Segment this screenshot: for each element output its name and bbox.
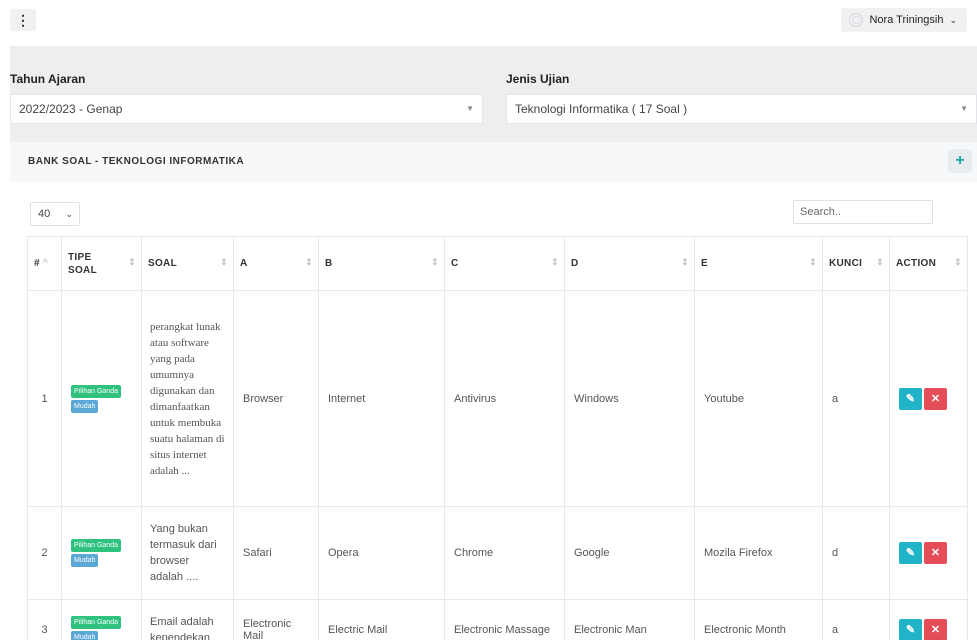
sort-icon: ⇕ — [954, 257, 962, 267]
close-icon: ✕ — [930, 392, 941, 405]
tahun-ajaran-value: 2022/2023 - Genap — [19, 102, 123, 116]
per-page-value: 40 — [38, 208, 51, 220]
delete-button[interactable]: ✕ — [924, 387, 947, 410]
sort-icon: ⇕ — [305, 257, 313, 267]
card-header: BANK SOAL - TEKNOLOGI INFORMATIKA + — [10, 142, 977, 182]
delete-button[interactable]: ✕ — [924, 542, 947, 564]
option-e-cell: Youtube — [694, 290, 823, 507]
column-header-kunci[interactable]: KUNCI ⇕ — [822, 236, 890, 291]
kunci-cell: d — [822, 506, 890, 600]
close-icon: ✕ — [930, 547, 941, 559]
edit-button[interactable]: ✎ — [899, 542, 922, 564]
jenis-ujian-label: Jenis Ujian — [506, 72, 570, 86]
questions-table: # ^ TIPE SOAL ⇕ SOAL ⇕ A ⇕ B ⇕ C ⇕ D ⇕ E ⇕ KUNC… — [27, 236, 968, 640]
card-title: BANK SOAL - TEKNOLOGI INFORMATIKA — [28, 156, 245, 167]
option-e-cell: Electronic Month — [694, 599, 823, 640]
level-badge: Mudah — [71, 630, 99, 640]
delete-button[interactable]: ✕ — [924, 618, 947, 640]
close-icon: ✕ — [930, 623, 941, 636]
tipe-soal-cell: Pilihan Ganda Mudah — [61, 290, 142, 507]
option-a-cell: Browser — [233, 290, 319, 507]
option-a-cell: Electronic Mail — [233, 599, 319, 640]
caret-down-icon: ▼ — [960, 104, 968, 113]
sort-icon: ⇕ — [551, 257, 559, 267]
user-name: Nora Triningsih — [869, 14, 944, 26]
option-c-cell: Antivirus — [444, 290, 565, 507]
row-number: 1 — [27, 290, 62, 507]
search-input[interactable] — [793, 200, 933, 224]
action-cell: ✎ ✕ — [889, 506, 968, 600]
option-b-cell: Internet — [318, 290, 445, 507]
sort-icon: ⇕ — [876, 257, 884, 267]
column-header-tipe-soal[interactable]: TIPE SOAL ⇕ — [61, 236, 142, 291]
soal-cell: perangkat lunak atau software yang pada … — [141, 290, 234, 507]
option-b-cell: Opera — [318, 506, 445, 600]
tahun-ajaran-label: Tahun Ajaran — [10, 72, 86, 86]
option-b-cell: Electric Mail — [318, 599, 445, 640]
tipe-badge: Pilihan Ganda — [71, 539, 121, 552]
soal-cell: Yang bukan termasuk dari browser adalah … — [141, 506, 234, 600]
user-menu[interactable]: ◯ Nora Triningsih ⌄ — [841, 8, 967, 32]
add-question-button[interactable]: + — [948, 149, 972, 173]
tahun-ajaran-select[interactable]: 2022/2023 - Genap ▼ — [10, 94, 483, 124]
option-a-cell: Safari — [233, 506, 319, 600]
edit-button[interactable]: ✎ — [899, 387, 922, 410]
column-header-num[interactable]: # ^ — [27, 236, 62, 291]
kebab-menu-icon[interactable]: ⋮ — [10, 9, 36, 31]
sort-icon: ⇕ — [220, 257, 228, 267]
bank-soal-card: BANK SOAL - TEKNOLOGI INFORMATIKA + 40 ⌄… — [10, 142, 977, 640]
tipe-soal-cell: Pilihan Ganda Mudah — [61, 506, 142, 600]
column-header-soal[interactable]: SOAL ⇕ — [141, 236, 234, 291]
chevron-down-icon: ⌄ — [65, 209, 73, 219]
column-header-e[interactable]: E ⇕ — [694, 236, 823, 291]
table-row: 2 Pilihan Ganda Mudah Yang bukan termasu… — [27, 506, 968, 600]
option-d-cell: Windows — [564, 290, 695, 507]
caret-down-icon: ▼ — [466, 104, 474, 113]
option-c-cell: Electronic Massage — [444, 599, 565, 640]
table-header-row: # ^ TIPE SOAL ⇕ SOAL ⇕ A ⇕ B ⇕ C ⇕ D ⇕ E ⇕ KUNC… — [27, 236, 968, 291]
level-badge: Mudah — [71, 399, 99, 413]
sort-icon: ⇕ — [809, 257, 817, 267]
column-header-a[interactable]: A ⇕ — [233, 236, 319, 291]
option-e-cell: Mozila Firefox — [694, 506, 823, 600]
pencil-icon: ✎ — [905, 547, 916, 559]
table-row: 1 Pilihan Ganda Mudah perangkat lunak at… — [27, 290, 968, 507]
kunci-cell: a — [822, 599, 890, 640]
user-icon: ◯ — [849, 13, 864, 27]
sort-icon: ⇕ — [128, 257, 136, 267]
per-page-select[interactable]: 40 ⌄ — [30, 202, 80, 226]
chevron-down-icon: ⌄ — [949, 14, 957, 25]
sort-icon: ⇕ — [681, 257, 689, 267]
action-cell: ✎ ✕ — [889, 290, 968, 507]
tipe-badge: Pilihan Ganda — [71, 615, 121, 629]
jenis-ujian-value: Teknologi Informatika ( 17 Soal ) — [515, 102, 688, 116]
soal-cell: Email adalah kependekan — [141, 599, 234, 640]
row-number: 3 — [27, 599, 62, 640]
option-c-cell: Chrome — [444, 506, 565, 600]
row-number: 2 — [27, 506, 62, 600]
jenis-ujian-select[interactable]: Teknologi Informatika ( 17 Soal ) ▼ — [506, 94, 977, 124]
option-d-cell: Electronic Man — [564, 599, 695, 640]
column-header-b[interactable]: B ⇕ — [318, 236, 445, 291]
tipe-badge: Pilihan Ganda — [71, 384, 121, 398]
kunci-cell: a — [822, 290, 890, 507]
option-d-cell: Google — [564, 506, 695, 600]
pencil-icon: ✎ — [905, 623, 916, 636]
tipe-soal-cell: Pilihan Ganda Mudah — [61, 599, 142, 640]
main-content: Tahun Ajaran 2022/2023 - Genap ▼ Jenis U… — [10, 46, 977, 640]
pencil-icon: ✎ — [905, 392, 916, 405]
level-badge: Mudah — [71, 554, 99, 567]
topbar: ⋮ ◯ Nora Triningsih ⌄ — [0, 0, 977, 42]
column-header-d[interactable]: D ⇕ — [564, 236, 695, 291]
action-cell: ✎ ✕ — [889, 599, 968, 640]
edit-button[interactable]: ✎ — [899, 618, 922, 640]
column-header-action[interactable]: ACTION ⇕ — [889, 236, 968, 291]
sort-icon: ⇕ — [431, 257, 439, 267]
table-row: 3 Pilihan Ganda Mudah Email adalah kepen… — [27, 599, 968, 640]
column-header-c[interactable]: C ⇕ — [444, 236, 565, 291]
